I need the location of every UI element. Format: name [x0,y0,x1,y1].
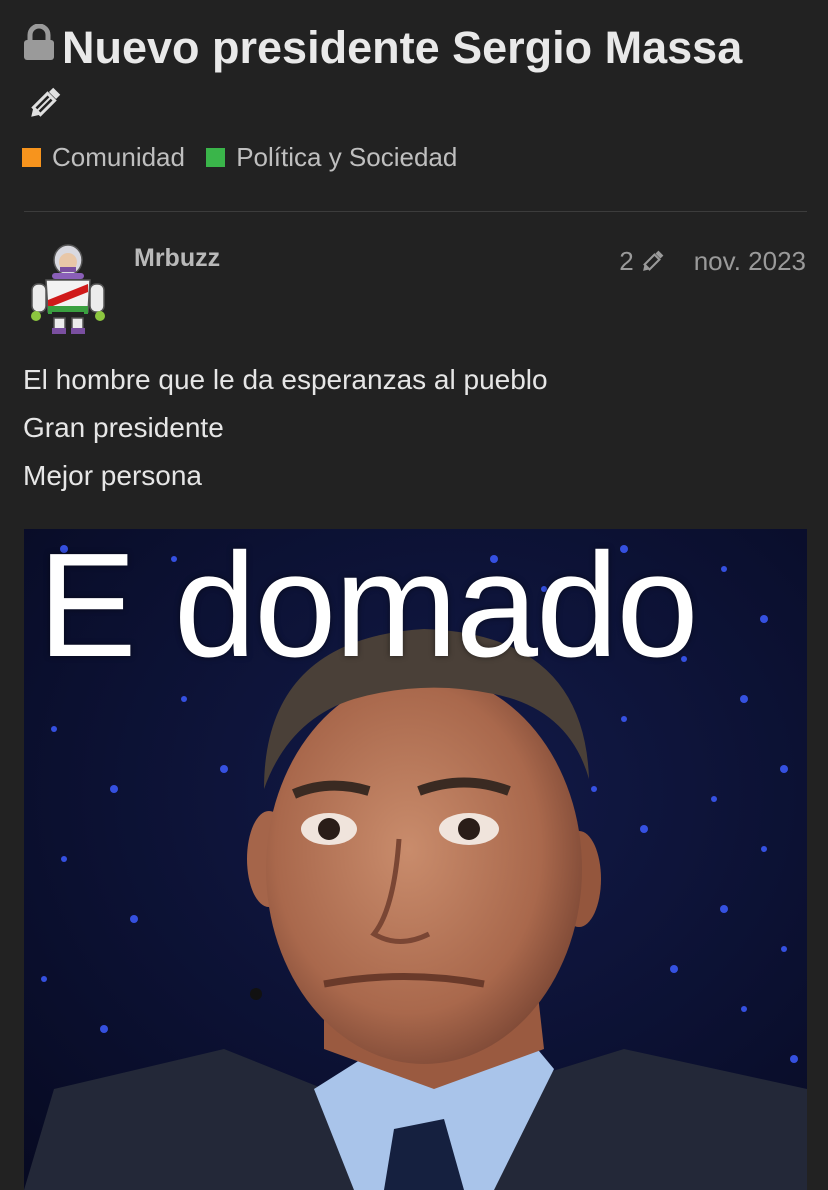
pencil-icon[interactable] [24,84,812,129]
meme-image[interactable]: E domado [24,529,807,1190]
edit-history-button[interactable]: 2 [619,246,665,277]
pencil-icon [642,250,664,271]
category-politica-y-sociedad[interactable]: Política y Sociedad [206,142,457,173]
category-label: Comunidad [52,142,185,172]
avatar[interactable] [22,240,118,336]
post-username[interactable]: Mrbuzz [134,244,220,273]
category-comunidad[interactable]: Comunidad [22,142,185,173]
category-swatch [206,148,226,167]
post-text-line: El hombre que le da esperanzas al pueblo [23,364,548,395]
category-list: Comunidad Política y Sociedad [22,142,471,174]
category-swatch [22,148,41,167]
topic-title[interactable]: Nuevo presidente Sergio Massa [62,22,742,73]
topic-header: Nuevo presidente Sergio Massa [22,18,812,129]
topic-title-line[interactable]: Nuevo presidente Sergio Massa [22,18,812,78]
post-date[interactable]: nov. 2023 [694,246,806,277]
post-meta: 2 nov. 2023 [619,246,806,277]
lock-icon [22,17,56,77]
header-divider [24,211,807,212]
post-body: El hombre que le da esperanzas al pueblo… [23,356,548,500]
meme-caption: E domado [38,529,699,688]
post-text-line: Mejor persona [23,460,202,491]
post-text-line: Gran presidente [23,412,224,443]
category-label: Política y Sociedad [236,142,458,172]
edit-count: 2 [619,246,634,276]
